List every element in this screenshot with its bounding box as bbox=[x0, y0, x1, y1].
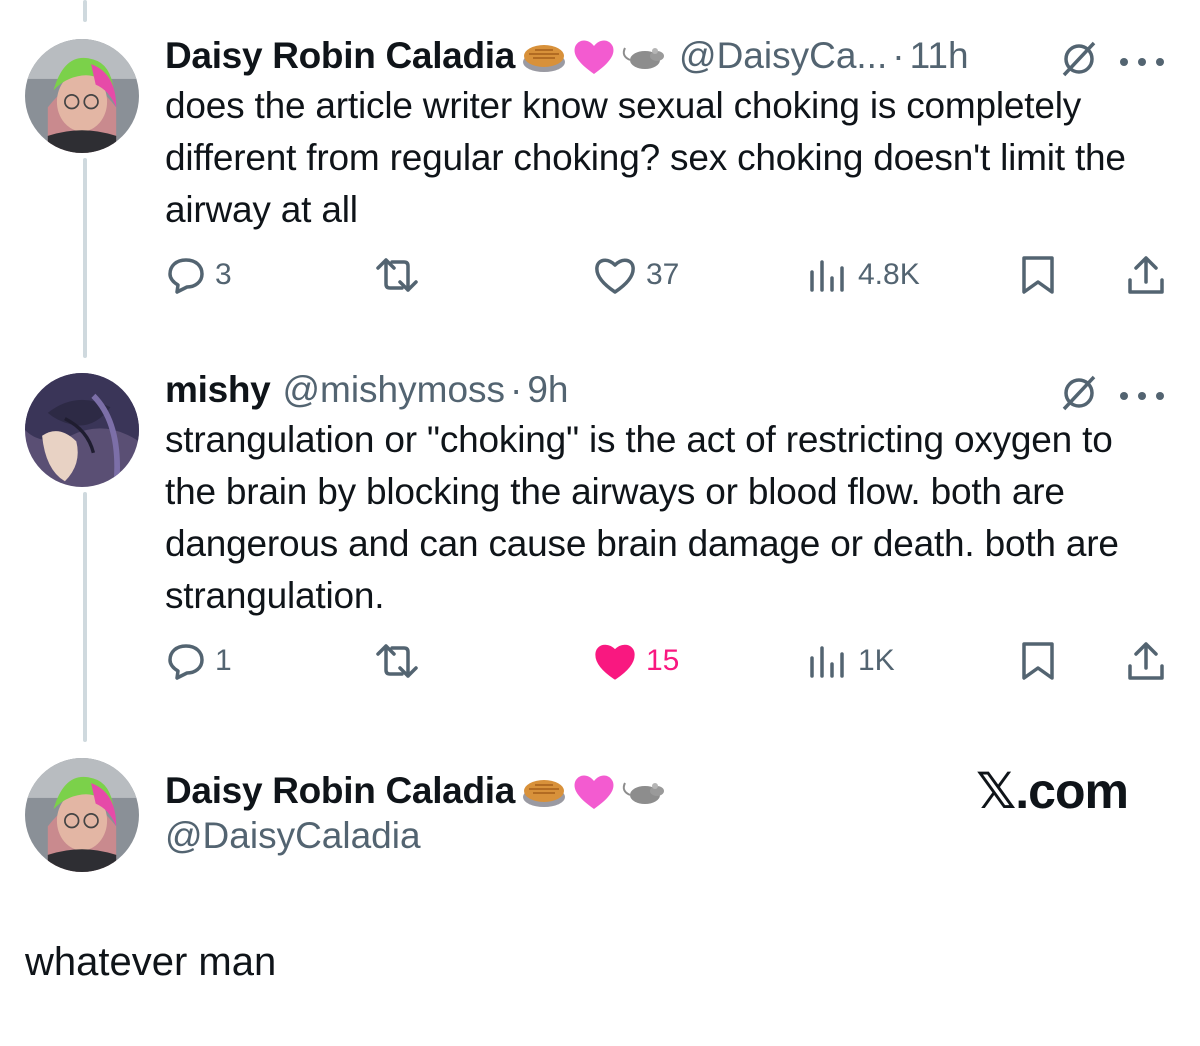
name-emojis bbox=[521, 36, 667, 76]
more-icon[interactable] bbox=[1118, 55, 1170, 73]
share-button[interactable] bbox=[1124, 254, 1168, 298]
thread-line bbox=[83, 492, 87, 742]
like-icon bbox=[595, 258, 635, 294]
display-name[interactable]: Daisy Robin Caladia bbox=[165, 770, 515, 812]
retweet-button[interactable] bbox=[370, 254, 432, 296]
retweet-button[interactable] bbox=[370, 640, 432, 682]
display-name[interactable]: Daisy Robin Caladia bbox=[165, 35, 515, 77]
views-icon bbox=[810, 646, 844, 678]
tweet-header: mishy @mishymoss · 9h bbox=[165, 365, 569, 415]
bookmark-button[interactable] bbox=[1018, 640, 1058, 682]
timestamp[interactable]: 9h bbox=[527, 369, 568, 411]
like-button[interactable]: 37 bbox=[592, 254, 679, 296]
avatar[interactable] bbox=[25, 373, 139, 487]
share-button[interactable] bbox=[1124, 640, 1168, 684]
reply-button[interactable]: 1 bbox=[165, 640, 232, 682]
avatar[interactable] bbox=[25, 758, 139, 872]
like-icon bbox=[595, 644, 635, 680]
name-emojis bbox=[521, 771, 667, 811]
separator: · bbox=[892, 35, 905, 76]
like-button[interactable]: 15 bbox=[592, 640, 679, 682]
views-count: 1K bbox=[858, 644, 895, 677]
separator: · bbox=[510, 369, 523, 410]
grok-icon[interactable] bbox=[1058, 37, 1100, 84]
share-icon bbox=[1128, 256, 1164, 294]
caption-text: whatever man bbox=[25, 940, 277, 984]
like-count: 15 bbox=[646, 644, 680, 677]
reply-button[interactable]: 3 bbox=[165, 254, 232, 296]
avatar-photo bbox=[25, 39, 139, 153]
views-count: 4.8K bbox=[858, 258, 920, 291]
thread-line bbox=[83, 0, 87, 22]
timestamp[interactable]: 11h bbox=[910, 35, 969, 77]
profile-handle[interactable]: @DaisyCaladia bbox=[165, 815, 421, 857]
bookmark-button[interactable] bbox=[1018, 254, 1058, 296]
tweet-text: strangulation or "choking" is the act of… bbox=[165, 419, 1119, 616]
pink-heart-emoji bbox=[571, 36, 617, 76]
x-brand-logo: 𝕏.com bbox=[976, 763, 1129, 819]
tweet-header: Daisy Robin Caladia @DaisyCa... · 11h bbox=[165, 31, 969, 81]
views-button[interactable]: 1K bbox=[806, 640, 895, 682]
bookmark-icon bbox=[1022, 256, 1054, 294]
reply-icon bbox=[168, 258, 204, 294]
rat-emoji bbox=[621, 771, 667, 811]
views-button[interactable]: 4.8K bbox=[806, 254, 920, 296]
tweet-text: does the article writer know sexual chok… bbox=[165, 85, 1126, 230]
reply-icon bbox=[168, 644, 204, 680]
views-icon bbox=[810, 260, 844, 292]
display-name[interactable]: mishy bbox=[165, 369, 271, 411]
pie-emoji bbox=[521, 36, 567, 76]
retweet-icon bbox=[376, 258, 418, 292]
profile-header: Daisy Robin Caladia bbox=[165, 766, 667, 816]
avatar[interactable] bbox=[25, 39, 139, 153]
share-icon bbox=[1128, 642, 1164, 680]
thread-line bbox=[83, 158, 87, 358]
avatar-photo bbox=[25, 373, 139, 487]
retweet-icon bbox=[376, 644, 418, 678]
handle[interactable]: @DaisyCa... bbox=[679, 35, 887, 77]
like-count: 37 bbox=[646, 258, 680, 291]
pink-heart-emoji bbox=[571, 771, 617, 811]
reply-count: 1 bbox=[215, 644, 232, 677]
rat-emoji bbox=[621, 36, 667, 76]
grok-icon[interactable] bbox=[1058, 371, 1100, 418]
bookmark-icon bbox=[1022, 642, 1054, 680]
pie-emoji bbox=[521, 771, 567, 811]
more-icon[interactable] bbox=[1118, 389, 1170, 407]
reply-count: 3 bbox=[215, 258, 232, 291]
handle[interactable]: @mishymoss bbox=[282, 369, 505, 411]
avatar-photo bbox=[25, 758, 139, 872]
